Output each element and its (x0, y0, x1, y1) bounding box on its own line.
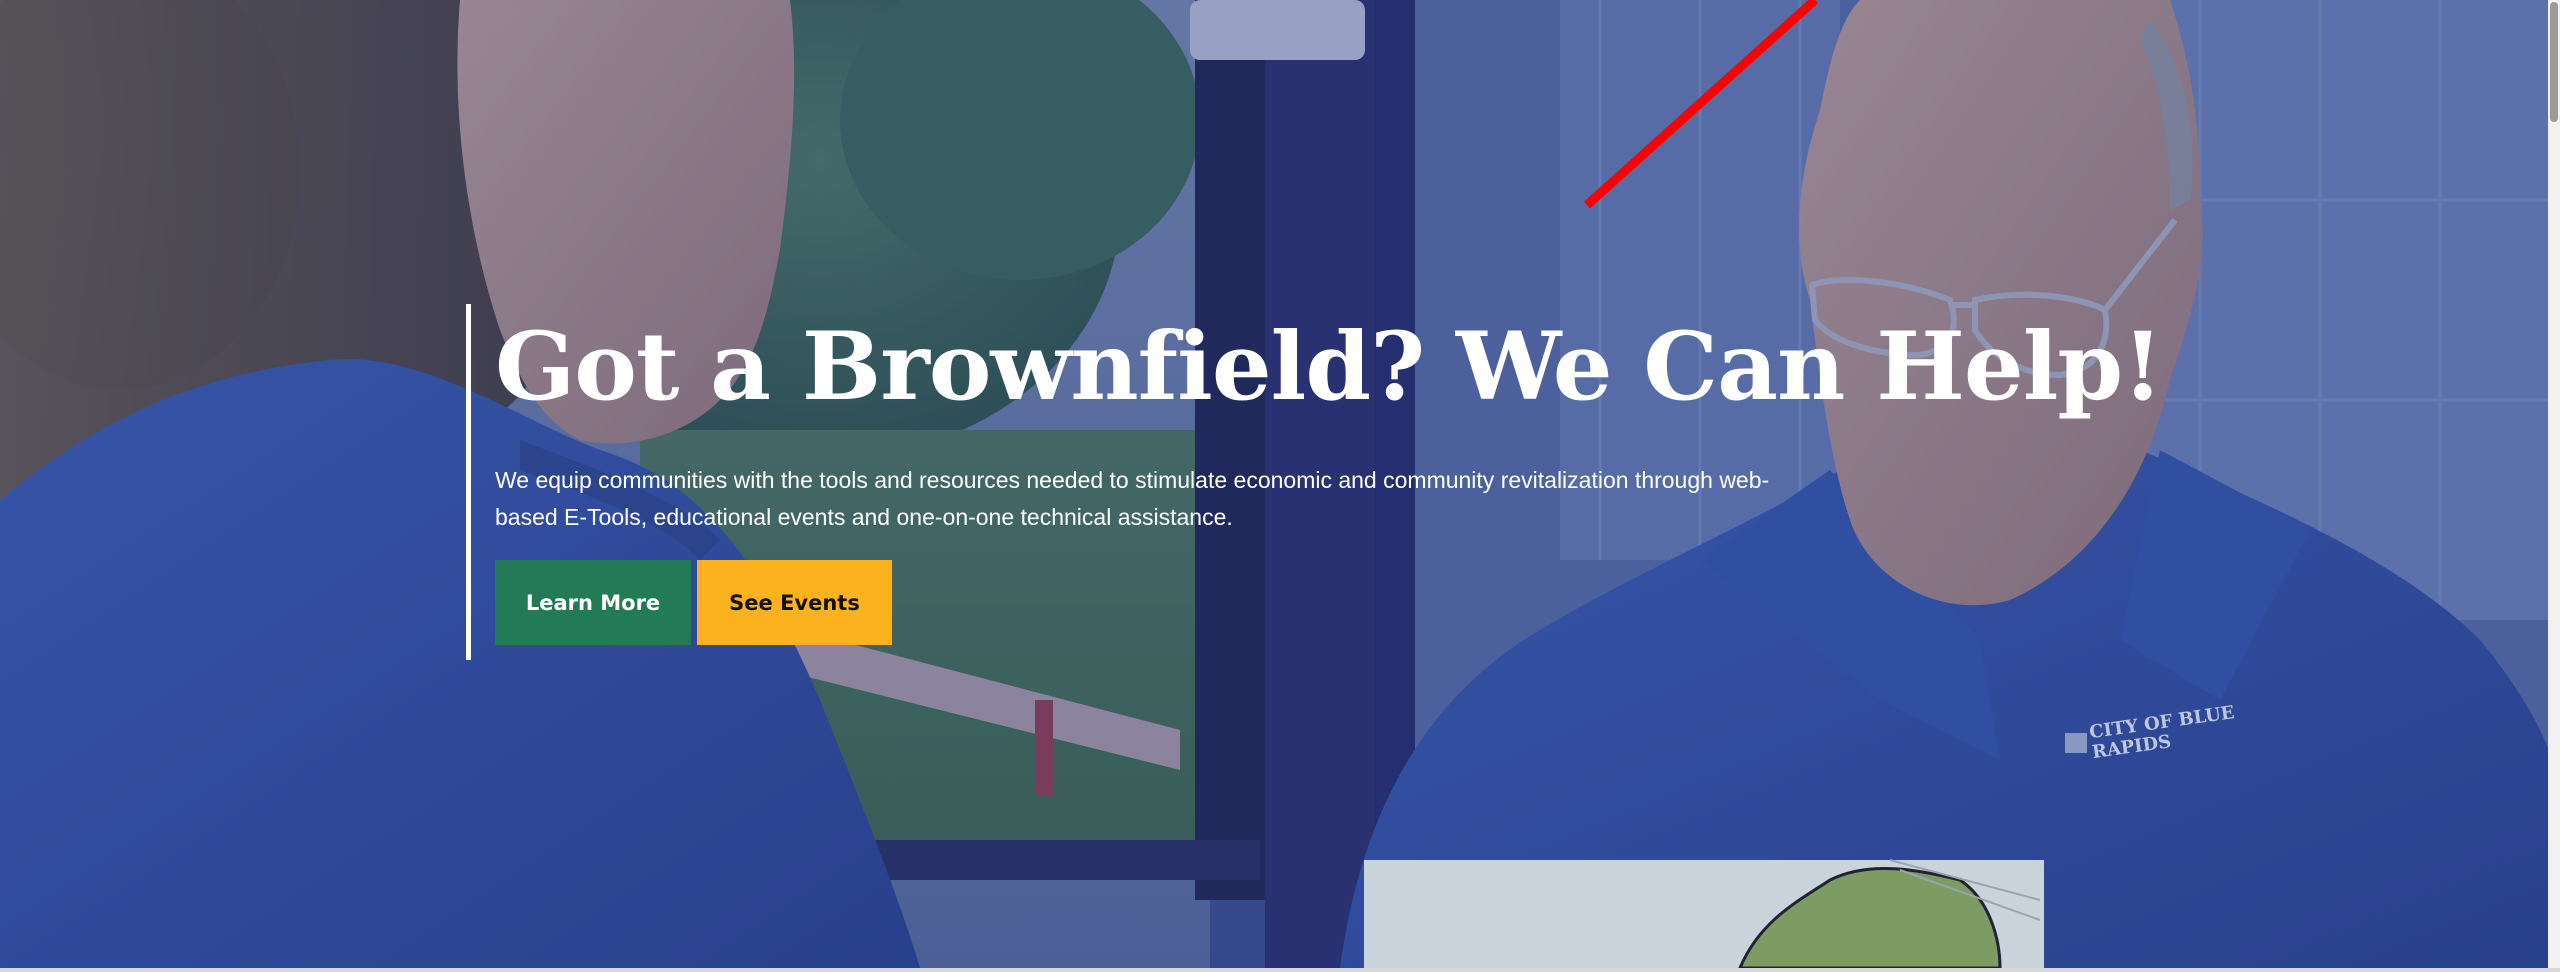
hero-section: Got a Brownfield? We Can Help! We equip … (0, 0, 2560, 968)
map-thumbnail (1364, 859, 2044, 968)
see-events-button[interactable]: See Events (697, 560, 892, 645)
hero-headline: Got a Brownfield? We Can Help! (495, 312, 2163, 422)
section-divider (0, 968, 2560, 972)
hero-content: Got a Brownfield? We Can Help! We equip … (466, 304, 2163, 660)
page-scrollbar[interactable] (2548, 0, 2560, 968)
scrollbar-thumb[interactable] (2550, 2, 2558, 122)
learn-more-button[interactable]: Learn More (495, 560, 691, 645)
hero-buttons: Learn More See Events (495, 560, 1966, 645)
hero-description: We equip communities with the tools and … (495, 467, 1770, 530)
